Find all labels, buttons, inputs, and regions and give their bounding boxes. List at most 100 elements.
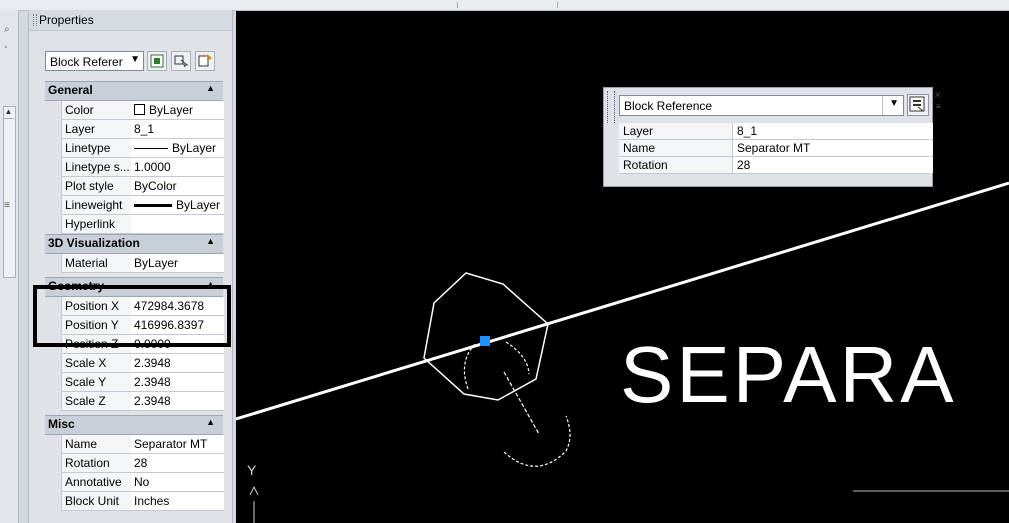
property-row[interactable]: Linetype ByLayer xyxy=(45,139,224,158)
row-gutter xyxy=(45,254,61,273)
geometry-highlight-box xyxy=(33,285,231,347)
property-value[interactable]: No xyxy=(131,473,224,492)
drag-grip-icon[interactable] xyxy=(33,14,37,26)
qp-object-type-select[interactable]: Block Reference ▼ xyxy=(619,95,904,116)
property-row[interactable]: Plot style ByColor xyxy=(45,177,224,196)
property-row[interactable]: Material ByLayer xyxy=(45,254,224,273)
qp-row[interactable]: Rotation 28 xyxy=(619,157,933,174)
scroll-up-arrow[interactable]: ▲ xyxy=(3,106,14,119)
property-value[interactable] xyxy=(131,215,224,234)
section-misc[interactable]: Misc ▲ xyxy=(45,415,223,435)
property-row[interactable]: Scale X 2.3948 xyxy=(45,354,224,373)
property-value[interactable]: ByColor xyxy=(131,177,224,196)
qp-value[interactable]: Separator MT xyxy=(733,140,933,156)
ucs-arrow-icon xyxy=(249,485,259,496)
scrollbar[interactable] xyxy=(3,106,16,278)
drag-grip-icon[interactable] xyxy=(607,91,615,123)
grip-icon: ≡ xyxy=(4,200,10,211)
collapse-icon[interactable]: ▲ xyxy=(206,236,215,246)
property-key: Color xyxy=(61,101,135,120)
toolbar-divider xyxy=(557,2,558,8)
property-row[interactable]: Scale Y 2.3948 xyxy=(45,373,224,392)
pickadd-icon xyxy=(150,54,164,68)
row-gutter xyxy=(45,373,61,392)
property-key: Plot style xyxy=(61,177,135,196)
arc-segment xyxy=(505,341,530,375)
properties-title: Properties xyxy=(39,13,94,27)
property-key: Scale Z xyxy=(61,392,135,411)
qp-property-table: Layer 8_1 Name Separator MT Rotation 28 xyxy=(619,123,933,174)
property-row[interactable]: Rotation 28 xyxy=(45,454,224,473)
properties-palette: Properties Block Referer ▼ General ▲ Col… xyxy=(28,10,233,523)
property-row[interactable]: Block Unit Inches xyxy=(45,492,224,511)
quick-select-icon xyxy=(198,54,212,67)
qp-row[interactable]: Layer 8_1 xyxy=(619,123,933,140)
qp-key: Rotation xyxy=(619,157,733,173)
object-type-value: Block Referer xyxy=(50,55,123,69)
row-gutter xyxy=(45,492,61,511)
close-icon[interactable]: ✕ xyxy=(934,90,942,101)
search-icon[interactable]: ⌕ xyxy=(4,24,10,35)
qp-value[interactable]: 28 xyxy=(733,157,933,173)
object-type-select[interactable]: Block Referer ▼ xyxy=(45,51,144,71)
color-swatch-icon xyxy=(134,104,145,115)
section-general[interactable]: General ▲ xyxy=(45,81,223,101)
row-gutter xyxy=(45,120,61,139)
customize-button[interactable] xyxy=(907,94,929,116)
property-value[interactable]: 8_1 xyxy=(131,120,224,139)
property-value[interactable]: 28 xyxy=(131,454,224,473)
property-key: Name xyxy=(61,435,135,454)
qp-value[interactable]: 8_1 xyxy=(733,123,933,139)
select-objects-button[interactable] xyxy=(171,51,191,71)
property-value[interactable]: 2.3948 xyxy=(131,392,224,411)
pin-icon[interactable]: ◦ xyxy=(4,42,8,53)
blue-grip-handle[interactable] xyxy=(480,336,490,346)
lineweight-preview xyxy=(134,204,172,208)
property-row[interactable]: Scale Z 2.3948 xyxy=(45,392,224,411)
property-key: Annotative xyxy=(61,473,135,492)
property-value[interactable]: Separator MT xyxy=(131,435,224,454)
row-gutter xyxy=(45,158,61,177)
property-key: Block Unit xyxy=(61,492,135,511)
property-row[interactable]: Layer 8_1 xyxy=(45,120,224,139)
quick-select-button[interactable] xyxy=(195,51,215,71)
row-gutter xyxy=(45,392,61,411)
options-icon[interactable]: ≡ xyxy=(936,102,941,111)
row-gutter xyxy=(45,435,61,454)
property-row[interactable]: Name Separator MT xyxy=(45,435,224,454)
row-gutter xyxy=(45,101,61,120)
qp-key: Name xyxy=(619,140,733,156)
property-value[interactable]: ByLayer xyxy=(131,101,224,120)
property-key: Hyperlink xyxy=(61,215,135,234)
property-key: Linetype xyxy=(61,139,135,158)
qp-row[interactable]: Name Separator MT xyxy=(619,140,933,157)
row-gutter xyxy=(45,177,61,196)
properties-titlebar[interactable]: Properties xyxy=(29,10,232,31)
property-value[interactable]: ByLayer xyxy=(131,254,224,273)
property-row[interactable]: Linetype s... 1.0000 xyxy=(45,158,224,177)
property-key: Scale Y xyxy=(61,373,135,392)
property-value[interactable]: 1.0000 xyxy=(131,158,224,177)
dashed-leader xyxy=(503,371,540,435)
section-label: 3D Visualization xyxy=(48,236,140,250)
toolbar-divider xyxy=(457,2,458,8)
separator-text-label[interactable]: SEPARA xyxy=(620,329,957,421)
toggle-pickadd-button[interactable] xyxy=(147,51,167,71)
property-value[interactable]: 2.3948 xyxy=(131,354,224,373)
property-row[interactable]: Lineweight ByLayer xyxy=(45,196,224,215)
row-gutter xyxy=(45,473,61,492)
property-value[interactable]: 2.3948 xyxy=(131,373,224,392)
property-row[interactable]: Hyperlink xyxy=(45,215,224,234)
select-objects-icon xyxy=(174,55,188,68)
collapse-icon[interactable]: ▲ xyxy=(206,417,215,427)
row-gutter xyxy=(45,354,61,373)
section-3d-visualization[interactable]: 3D Visualization ▲ xyxy=(45,234,223,254)
property-key: Rotation xyxy=(61,454,135,473)
property-row[interactable]: Annotative No xyxy=(45,473,224,492)
property-value-text: ByLayer xyxy=(176,198,221,212)
property-value[interactable]: ByLayer xyxy=(131,196,224,215)
collapse-icon[interactable]: ▲ xyxy=(206,83,215,93)
property-value[interactable]: ByLayer xyxy=(131,139,224,158)
property-row[interactable]: Color ByLayer xyxy=(45,101,224,120)
property-value[interactable]: Inches xyxy=(131,492,224,511)
